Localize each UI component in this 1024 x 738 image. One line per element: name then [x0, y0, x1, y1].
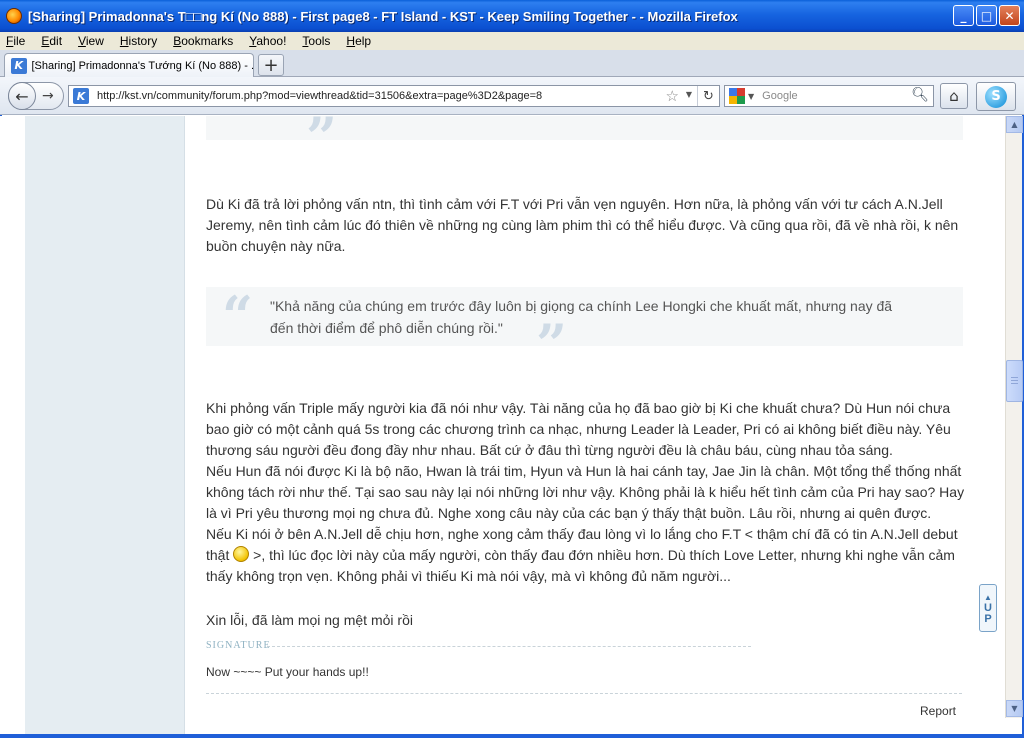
post-paragraph-3: Nếu Hun đã nói được Ki là bộ não, Hwan l… [206, 463, 965, 521]
search-input[interactable]: Google [762, 90, 797, 102]
url-bar[interactable]: K http://kst.vn/community/forum.php?mod=… [68, 85, 720, 107]
menu-help-hotkey: H [346, 34, 356, 48]
up-button-letter-p: P [984, 612, 992, 625]
url-text[interactable]: http://kst.vn/community/forum.php?mod=vi… [97, 90, 542, 102]
post-footer-divider [206, 693, 962, 694]
minimize-button[interactable]: _ [953, 5, 974, 26]
quote-close-icon-2: ” [536, 312, 568, 376]
menu-view[interactable]: View [78, 34, 104, 48]
tab-current[interactable]: K [Sharing] Primadonna's Tướng Kí (No 88… [4, 53, 254, 77]
site-favicon-icon: K [11, 57, 27, 74]
search-bar[interactable]: ▼ Google 🔍︎ [724, 85, 934, 107]
previous-quote-block: ” [206, 116, 963, 164]
menu-help[interactable]: Help [346, 34, 371, 48]
menu-history[interactable]: History [120, 34, 157, 48]
url-history-dropdown-icon[interactable]: ▼ [686, 90, 692, 99]
firefox-icon[interactable] [6, 8, 22, 24]
post-paragraph-2: Khi phỏng vấn Triple mấy người kia đã nó… [206, 400, 951, 458]
quote-block: “ "Khả năng của chúng em trước đây luôn … [206, 284, 963, 371]
menu-view-hotkey: V [78, 34, 86, 48]
new-tab-button[interactable]: + [258, 54, 284, 76]
page-viewport: ” Dù Ki đã trả lời phỏng vấn ntn, thì tì… [0, 116, 1005, 734]
menu-bookmarks[interactable]: Bookmarks [173, 34, 233, 48]
post-body: ” Dù Ki đã trả lời phỏng vấn ntn, thì tì… [185, 116, 983, 734]
menu-bookmarks-label: ookmarks [181, 34, 234, 48]
scrollbar-thumb[interactable] [1006, 360, 1023, 402]
up-button-letter-u: U [984, 601, 992, 614]
google-icon[interactable] [729, 88, 745, 104]
forward-button[interactable]: → [42, 88, 54, 104]
signature-label: SIGNATURE [206, 640, 271, 651]
menu-file[interactable]: File [6, 34, 25, 48]
close-button[interactable]: ✕ [999, 5, 1020, 26]
post-paragraph-5: Xin lỗi, đã làm mọi ng mệt mỏi rồi [206, 612, 413, 628]
report-link[interactable]: Report [920, 704, 956, 718]
window-title: [Sharing] Primadonna's T□□ng Kí (No 888)… [28, 8, 738, 24]
skype-icon: S [985, 85, 1007, 108]
scroll-up-button[interactable]: ▲ [1006, 116, 1023, 133]
menu-yahoo-label: ahoo! [256, 34, 287, 48]
menu-edit-label: dit [49, 34, 63, 48]
search-icon[interactable]: 🔍︎ [911, 87, 929, 103]
signature-divider [267, 646, 751, 647]
menu-tools-label: ools [308, 34, 331, 48]
post-paragraph-1: Dù Ki đã trả lời phỏng vấn ntn, thì tình… [206, 196, 959, 254]
maximize-button[interactable]: □ [976, 5, 997, 26]
smiley-icon [233, 546, 250, 562]
url-favicon-icon: K [73, 88, 89, 104]
navigation-toolbar: ← → K http://kst.vn/community/forum.php?… [0, 77, 1024, 115]
menu-history-label: istory [128, 34, 158, 48]
scroll-down-button[interactable]: ▼ [1006, 700, 1023, 717]
back-button[interactable]: ← [8, 82, 36, 110]
quote-text: "Khả năng của chúng em trước đây luôn bị… [270, 298, 893, 336]
scroll-to-top-button[interactable]: ▲ U P [979, 584, 997, 632]
menu-bar: File Edit View History Bookmarks Yahoo! … [0, 32, 1024, 50]
author-sidebar [25, 116, 185, 734]
window-frame-bottom [0, 734, 1024, 738]
home-button[interactable]: ⌂ [940, 83, 968, 109]
post-paragraph-4: Nếu Ki nói ở bên A.N.Jell dễ chịu hơn, n… [206, 524, 966, 587]
tab-strip: K [Sharing] Primadonna's Tướng Kí (No 88… [0, 50, 1024, 77]
quote-open-icon: “ [222, 284, 254, 348]
back-forward-group: ← → [8, 82, 64, 110]
up-arrow-icon: ▲ [984, 592, 992, 602]
menu-yahoo[interactable]: Yahoo! [249, 34, 286, 48]
reload-button[interactable]: ↻ [697, 86, 719, 106]
menu-help-label: elp [355, 34, 372, 48]
tab-label: [Sharing] Primadonna's Tướng Kí (No 888)… [31, 59, 254, 72]
addon-button[interactable]: S [976, 82, 1016, 111]
window-controls: _ □ ✕ [953, 5, 1020, 26]
vertical-scrollbar[interactable]: ▲ ▼ [1005, 116, 1023, 718]
menu-tools[interactable]: Tools [302, 34, 330, 48]
menu-view-label: iew [85, 34, 104, 48]
menu-history-hotkey: H [119, 34, 129, 48]
quote-close-icon: ” [306, 116, 338, 169]
bookmark-star-icon[interactable]: ☆ [666, 87, 679, 105]
post-paragraph-4-end: >, thì lúc đọc lời này của mấy người, cò… [206, 547, 955, 584]
search-engine-dropdown-icon[interactable]: ▼ [748, 92, 754, 101]
title-bar[interactable]: [Sharing] Primadonna's T□□ng Kí (No 888)… [0, 0, 1024, 32]
signature-text: Now ~~~~ Put your hands up!! [206, 665, 369, 679]
menu-edit[interactable]: Edit [41, 34, 62, 48]
menu-file-label: ile [13, 34, 26, 48]
